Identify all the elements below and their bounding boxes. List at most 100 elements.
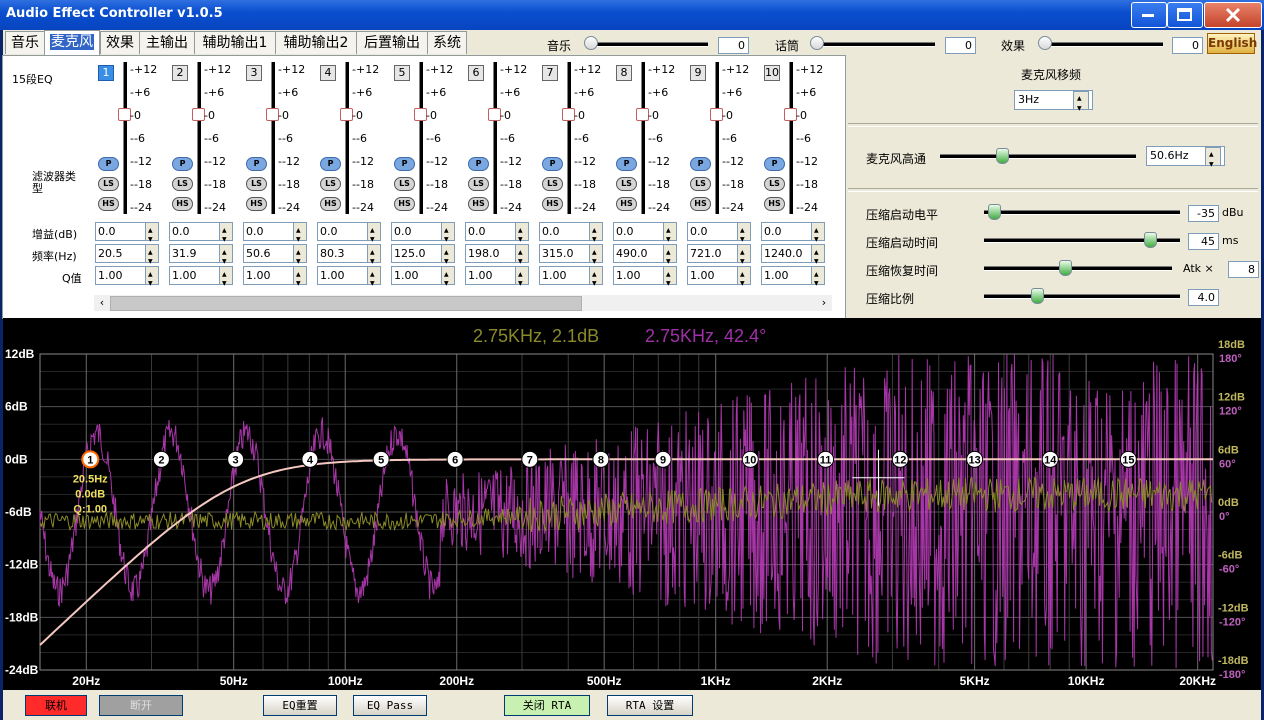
filter-hs-button[interactable]: HS [468,197,489,211]
band-q-input[interactable]: 1.00 [539,266,603,292]
band-q-input[interactable]: 1.00 [687,266,751,292]
band-gain-input[interactable]: 0.0 [687,222,751,248]
frequency-response-graph[interactable]: 12dB 6dB 0dB -6dB -12dB -18dB -24dB 18dB 12dB 6dB… [3,318,1261,690]
band-number[interactable]: 10 [764,65,780,81]
q-spinner[interactable] [219,266,232,292]
disconnect-button[interactable]: 断开 [99,695,183,716]
effect-master-slider[interactable] [1043,42,1163,47]
compressor-slider[interactable] [984,210,1180,215]
compressor-slider[interactable] [984,294,1180,299]
q-spinner[interactable] [441,266,454,292]
band-freq-input[interactable]: 490.0 [613,244,677,270]
filter-p-button[interactable]: P [172,157,193,171]
band-freq-input[interactable]: 198.0 [465,244,529,270]
band-q-input[interactable]: 1.00 [761,266,825,292]
compressor-value[interactable]: 4.0 [1188,289,1219,306]
filter-p-button[interactable]: P [246,157,267,171]
band-freq-input[interactable]: 125.0 [391,244,455,270]
music-slider-thumb[interactable] [584,36,598,50]
filter-ls-button[interactable]: LS [246,177,267,191]
band-number[interactable]: 6 [468,65,484,81]
band-gain-input[interactable]: 0.0 [317,222,381,248]
band-gain-input[interactable]: 0.0 [391,222,455,248]
band-gain-input[interactable]: 0.0 [613,222,677,248]
filter-p-button[interactable]: P [98,157,119,171]
filter-hs-button[interactable]: HS [542,197,563,211]
q-spinner[interactable] [589,266,602,292]
filter-ls-button[interactable]: LS [764,177,785,191]
filter-p-button[interactable]: P [320,157,341,171]
gain-spinner[interactable] [811,222,824,248]
filter-p-button[interactable]: P [616,157,637,171]
filter-ls-button[interactable]: LS [616,177,637,191]
band-gain-input[interactable]: 0.0 [761,222,825,248]
gain-spinner[interactable] [367,222,380,248]
band-number[interactable]: 4 [320,65,336,81]
english-button[interactable]: English [1207,33,1257,54]
mic-highpass-spinner[interactable] [1205,146,1221,174]
filter-ls-button[interactable]: LS [172,177,193,191]
band-gain-slider[interactable] [567,62,572,214]
music-value[interactable]: 0 [718,37,749,54]
freq-spinner[interactable] [663,244,676,270]
band-gain-input[interactable]: 0.0 [169,222,233,248]
band-freq-input[interactable]: 80.3 [317,244,381,270]
band-gain-input[interactable]: 0.0 [243,222,307,248]
gain-spinner[interactable] [515,222,528,248]
filter-hs-button[interactable]: HS [172,197,193,211]
band-number[interactable]: 2 [172,65,188,81]
connect-button[interactable]: 联机 [25,695,87,716]
close-button[interactable] [1204,2,1262,28]
eq-pass-button[interactable]: EQ Pass [353,695,427,716]
band-gain-slider[interactable] [271,62,276,214]
band-number[interactable]: 3 [246,65,262,81]
filter-ls-button[interactable]: LS [394,177,415,191]
scroll-left-icon[interactable]: ‹ [94,295,110,311]
q-spinner[interactable] [367,266,380,292]
compressor-thumb[interactable] [1030,288,1044,304]
filter-hs-button[interactable]: HS [394,197,415,211]
band-gain-slider[interactable] [641,62,646,214]
band-q-input[interactable]: 1.00 [465,266,529,292]
q-spinner[interactable] [737,266,750,292]
band-q-input[interactable]: 1.00 [95,266,159,292]
eq-reset-button[interactable]: EQ重置 [263,695,337,716]
filter-p-button[interactable]: P [542,157,563,171]
gain-spinner[interactable] [737,222,750,248]
gain-spinner[interactable] [441,222,454,248]
band-gain-slider[interactable] [345,62,350,214]
band-freq-input[interactable]: 721.0 [687,244,751,270]
freq-spinner[interactable] [219,244,232,270]
compressor-slider[interactable] [984,266,1172,271]
filter-ls-button[interactable]: LS [690,177,711,191]
band-freq-input[interactable]: 1240.0 [761,244,825,270]
band-number[interactable]: 5 [394,65,410,81]
filter-hs-button[interactable]: HS [246,197,267,211]
filter-hs-button[interactable]: HS [616,197,637,211]
band-number[interactable]: 7 [542,65,558,81]
compressor-value[interactable]: 45 [1188,233,1219,250]
filter-hs-button[interactable]: HS [320,197,341,211]
freq-spinner[interactable] [811,244,824,270]
filter-p-button[interactable]: P [394,157,415,171]
band-number[interactable]: 9 [690,65,706,81]
gain-spinner[interactable] [219,222,232,248]
filter-p-button[interactable]: P [690,157,711,171]
compressor-thumb[interactable] [1143,232,1157,248]
filter-hs-button[interactable]: HS [690,197,711,211]
maximize-button[interactable] [1167,2,1203,28]
band-freq-input[interactable]: 20.5 [95,244,159,270]
freq-spinner[interactable] [515,244,528,270]
music-slider[interactable] [588,42,708,47]
band-q-input[interactable]: 1.00 [317,266,381,292]
filter-p-button[interactable]: P [468,157,489,171]
compressor-thumb[interactable] [987,204,1001,220]
compressor-value[interactable]: 8 [1228,261,1259,278]
band-q-input[interactable]: 1.00 [391,266,455,292]
eq-scrollbar[interactable]: ‹ › [94,295,832,311]
mic-highpass-input[interactable]: 50.6Hz [1146,146,1225,174]
response-plot[interactable]: 12dB 6dB 0dB -6dB -12dB -18dB -24dB 18dB 12dB 6dB… [3,318,1261,690]
mic-shift-spinner[interactable] [1073,90,1089,118]
compressor-thumb[interactable] [1058,260,1072,276]
gain-spinner[interactable] [589,222,602,248]
